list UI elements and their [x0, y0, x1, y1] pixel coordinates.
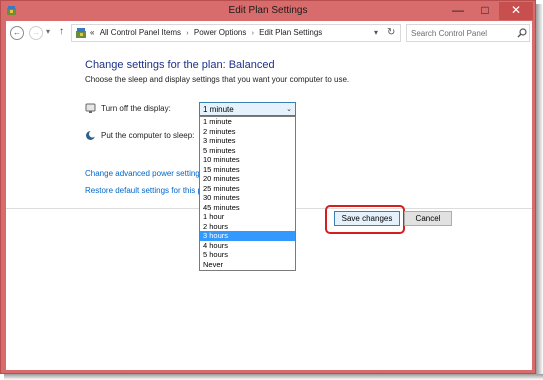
search-box[interactable]: [406, 24, 530, 42]
window-shadow-bottom: [4, 374, 543, 380]
address-bar[interactable]: « All Control Panel Items › Power Option…: [71, 24, 401, 42]
page-subtitle: Choose the sleep and display settings th…: [85, 75, 350, 84]
close-button[interactable]: ✕: [499, 2, 533, 20]
minimize-button[interactable]: —: [445, 2, 471, 20]
main-content: Change settings for the plan: Balanced C…: [6, 45, 532, 370]
monitor-icon: [85, 103, 96, 113]
edit-plan-window: Edit Plan Settings — □ ✕ ← → ▾ ↑ « All C…: [0, 0, 536, 374]
save-changes-button[interactable]: Save changes: [334, 211, 400, 226]
option-15-minutes[interactable]: 15 minutes: [200, 165, 295, 175]
address-history-chevron-icon[interactable]: ▾: [374, 28, 378, 37]
forward-button[interactable]: →: [29, 26, 43, 40]
option-3-minutes[interactable]: 3 minutes: [200, 136, 295, 146]
search-icon[interactable]: [517, 28, 527, 38]
navigation-bar: ← → ▾ ↑ « All Control Panel Items › Powe…: [6, 21, 532, 45]
search-input[interactable]: [411, 27, 511, 39]
option-4-hours[interactable]: 4 hours: [200, 241, 295, 251]
sleep-timeout-label: Put the computer to sleep:: [101, 131, 195, 140]
back-arrow-icon: ←: [13, 28, 21, 37]
breadcrumb: « All Control Panel Items › Power Option…: [90, 28, 322, 37]
option-20-minutes[interactable]: 20 minutes: [200, 174, 295, 184]
option-2-minutes[interactable]: 2 minutes: [200, 127, 295, 137]
option-never[interactable]: Never: [200, 260, 295, 270]
recent-locations-dropdown[interactable]: ▾: [46, 27, 50, 36]
option-5-minutes[interactable]: 5 minutes: [200, 146, 295, 156]
chevron-right-icon: ›: [186, 30, 189, 37]
option-25-minutes[interactable]: 25 minutes: [200, 184, 295, 194]
option-1-minute[interactable]: 1 minute: [200, 117, 295, 127]
display-timeout-label: Turn off the display:: [101, 104, 171, 113]
breadcrumb-power-options[interactable]: Power Options: [194, 28, 246, 37]
back-button[interactable]: ←: [10, 26, 24, 40]
chevron-down-icon: ⌄: [286, 106, 292, 113]
option-45-minutes[interactable]: 45 minutes: [200, 203, 295, 213]
breadcrumb-all-items[interactable]: All Control Panel Items: [100, 28, 181, 37]
up-arrow-icon: ↑: [59, 26, 64, 37]
page-title: Change settings for the plan: Balanced: [85, 59, 275, 71]
option-3-hours[interactable]: 3 hours: [200, 231, 295, 241]
option-10-minutes[interactable]: 10 minutes: [200, 155, 295, 165]
option-5-hours[interactable]: 5 hours: [200, 250, 295, 260]
restore-defaults-link[interactable]: Restore default settings for this pla: [85, 186, 208, 195]
display-timeout-options[interactable]: 1 minute 2 minutes 3 minutes 5 minutes 1…: [199, 116, 296, 271]
window-shadow-right: [536, 4, 543, 380]
chevron-down-icon: ▾: [46, 27, 51, 36]
sleep-moon-icon: [86, 130, 96, 140]
advanced-power-settings-link[interactable]: Change advanced power settings: [85, 169, 204, 178]
breadcrumb-overflow-icon[interactable]: «: [90, 28, 94, 37]
up-button[interactable]: ↑: [59, 26, 64, 37]
display-timeout-select[interactable]: 1 minute ⌄: [199, 102, 296, 116]
display-timeout-value: 1 minute: [203, 105, 234, 114]
control-panel-icon: [76, 28, 86, 38]
option-1-hour[interactable]: 1 hour: [200, 212, 295, 222]
maximize-button[interactable]: □: [472, 2, 498, 20]
refresh-icon[interactable]: ↻: [387, 27, 395, 38]
breadcrumb-edit-plan-settings[interactable]: Edit Plan Settings: [259, 28, 322, 37]
chevron-right-icon: ›: [251, 30, 254, 37]
forward-arrow-icon: →: [32, 28, 40, 37]
title-bar[interactable]: Edit Plan Settings — □ ✕: [1, 1, 535, 21]
cancel-button[interactable]: Cancel: [404, 211, 452, 226]
option-30-minutes[interactable]: 30 minutes: [200, 193, 295, 203]
option-2-hours[interactable]: 2 hours: [200, 222, 295, 232]
